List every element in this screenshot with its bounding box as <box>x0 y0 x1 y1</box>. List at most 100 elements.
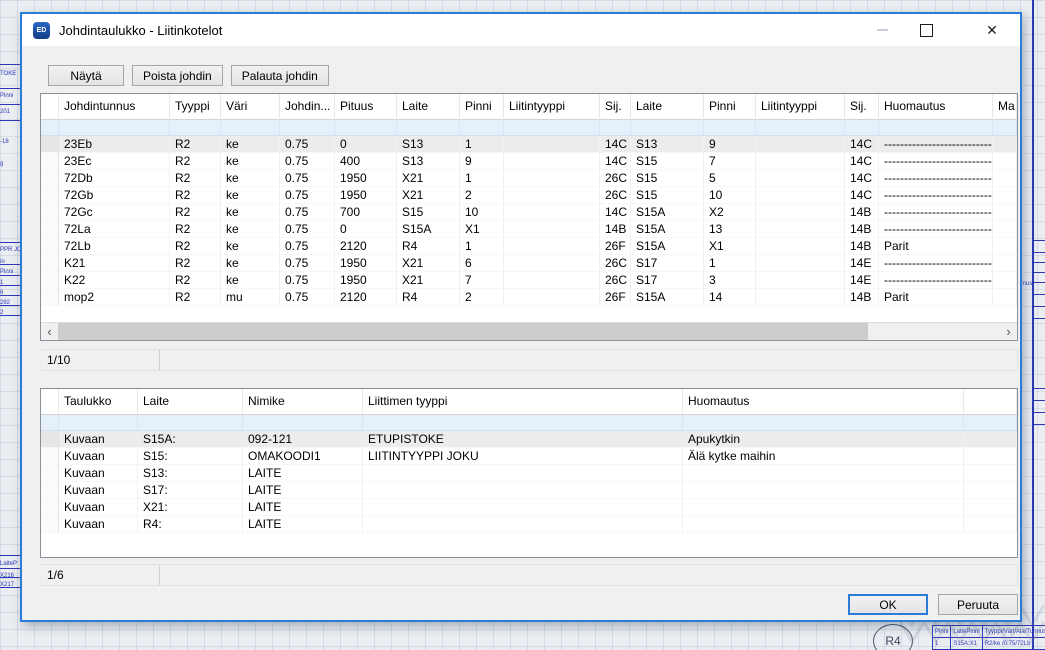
column-header[interactable] <box>964 389 1017 415</box>
column-header[interactable]: Väri <box>221 94 280 120</box>
filter-cell[interactable] <box>600 120 631 136</box>
filter-cell[interactable] <box>504 120 600 136</box>
filter-row[interactable] <box>41 120 1017 136</box>
scrollbar-track[interactable] <box>58 323 1000 340</box>
table-row[interactable]: KuvaanS17:LAITE <box>41 482 1017 499</box>
filter-cell[interactable] <box>41 120 59 136</box>
column-header[interactable]: Laite <box>138 389 243 415</box>
row-selector[interactable] <box>41 153 59 170</box>
table-row[interactable]: K21R2ke0.751950X21626CS17114E-----------… <box>41 255 1017 272</box>
row-selector[interactable] <box>41 516 59 533</box>
cell: S15 <box>631 153 704 170</box>
table-row[interactable]: K22R2ke0.751950X21726CS17314E-----------… <box>41 272 1017 289</box>
table-row[interactable]: KuvaanS15A:092-121ETUPISTOKEApukytkin <box>41 431 1017 448</box>
row-selector[interactable] <box>41 272 59 289</box>
column-header[interactable]: Tyyppi <box>170 94 221 120</box>
row-selector[interactable] <box>41 238 59 255</box>
column-header[interactable]: Laite <box>631 94 704 120</box>
column-header[interactable]: Ma <box>993 94 1017 120</box>
column-header[interactable]: Liitintyyppi <box>756 94 845 120</box>
close-button[interactable]: ✕ <box>970 14 1014 46</box>
table-row[interactable]: 72LaR2ke0.750S15AX114BS15A1314B---------… <box>41 221 1017 238</box>
filter-cell[interactable] <box>845 120 879 136</box>
row-selector[interactable] <box>41 289 59 306</box>
ok-button[interactable]: OK <box>848 594 928 615</box>
restore-wire-button[interactable]: Palauta johdin <box>231 65 329 86</box>
filter-cell[interactable] <box>41 415 59 431</box>
scrollbar-thumb[interactable] <box>58 323 868 340</box>
filter-cell[interactable] <box>138 415 243 431</box>
column-header[interactable]: Huomautus <box>879 94 993 120</box>
column-header[interactable]: Laite <box>397 94 460 120</box>
column-header[interactable]: Liitintyyppi <box>504 94 600 120</box>
row-selector[interactable] <box>41 170 59 187</box>
table-row[interactable]: 72GbR2ke0.751950X21226CS151014C---------… <box>41 187 1017 204</box>
minimize-button[interactable] <box>860 14 904 46</box>
filter-cell[interactable] <box>335 120 397 136</box>
column-header[interactable]: Taulukko <box>59 389 138 415</box>
table-row[interactable]: KuvaanS15:OMAKOODI1LIITINTYYPPI JOKUÄlä … <box>41 448 1017 465</box>
column-header[interactable]: Huomautus <box>683 389 964 415</box>
row-selector[interactable] <box>41 255 59 272</box>
cell: K22 <box>59 272 170 289</box>
table-row[interactable]: 23EcR2ke0.75400S13914CS15714C-----------… <box>41 153 1017 170</box>
table-row[interactable]: KuvaanR4:LAITE <box>41 516 1017 533</box>
filter-cell[interactable] <box>704 120 756 136</box>
cancel-button[interactable]: Peruuta <box>938 594 1018 615</box>
filter-cell[interactable] <box>243 415 363 431</box>
titlebar[interactable]: ED Johdintaulukko - Liitinkotelot ✕ <box>22 14 1020 46</box>
filter-row[interactable] <box>41 415 1017 431</box>
filter-cell[interactable] <box>280 120 335 136</box>
scroll-left-icon[interactable]: ‹ <box>41 323 58 340</box>
table-row[interactable]: KuvaanX21:LAITE <box>41 499 1017 516</box>
filter-cell[interactable] <box>170 120 221 136</box>
filter-cell[interactable] <box>631 120 704 136</box>
table-row[interactable]: mop2R2mu0.752120R4226FS15A1414BParit <box>41 289 1017 306</box>
cell: 0.75 <box>280 255 335 272</box>
delete-wire-button[interactable]: Poista johdin <box>132 65 223 86</box>
row-selector[interactable] <box>41 499 59 516</box>
table-row[interactable]: 23EbR2ke0.750S13114CS13914C-------------… <box>41 136 1017 153</box>
cell: S17 <box>631 255 704 272</box>
column-header[interactable]: Sij. <box>600 94 631 120</box>
filter-cell[interactable] <box>59 120 170 136</box>
filter-cell[interactable] <box>756 120 845 136</box>
cell: R2 <box>170 204 221 221</box>
filter-cell[interactable] <box>993 120 1017 136</box>
column-header[interactable]: Liittimen tyyppi <box>363 389 683 415</box>
table-row[interactable]: KuvaanS13:LAITE <box>41 465 1017 482</box>
maximize-button[interactable] <box>904 14 948 46</box>
table-row[interactable]: 72GcR2ke0.75700S151014CS15AX214B--------… <box>41 204 1017 221</box>
row-selector[interactable] <box>41 465 59 482</box>
table-row[interactable]: 72LbR2ke0.752120R4126FS15AX114BParit <box>41 238 1017 255</box>
filter-cell[interactable] <box>397 120 460 136</box>
row-selector[interactable] <box>41 482 59 499</box>
row-selector[interactable] <box>41 136 59 153</box>
cad-line <box>0 577 21 578</box>
scroll-right-icon[interactable]: › <box>1000 323 1017 340</box>
filter-cell[interactable] <box>460 120 504 136</box>
column-header[interactable]: Pituus <box>335 94 397 120</box>
filter-cell[interactable] <box>59 415 138 431</box>
row-selector[interactable] <box>41 187 59 204</box>
filter-cell[interactable] <box>363 415 683 431</box>
column-header[interactable]: Nimike <box>243 389 363 415</box>
column-header[interactable]: Pinni <box>460 94 504 120</box>
column-header[interactable]: Johdintunnus <box>59 94 170 120</box>
row-selector[interactable] <box>41 221 59 238</box>
column-header[interactable]: Johdin... <box>280 94 335 120</box>
row-selector[interactable] <box>41 431 59 448</box>
show-button[interactable]: Näytä <box>48 65 124 86</box>
filter-cell[interactable] <box>964 415 1017 431</box>
filter-cell[interactable] <box>683 415 964 431</box>
column-header[interactable]: Pinni <box>704 94 756 120</box>
horizontal-scrollbar[interactable]: ‹ › <box>41 322 1017 340</box>
cell: 14B <box>845 238 879 255</box>
column-header[interactable]: Sij. <box>845 94 879 120</box>
filter-cell[interactable] <box>221 120 280 136</box>
row-selector[interactable] <box>41 448 59 465</box>
table-row[interactable]: 72DbR2ke0.751950X21126CS15514C----------… <box>41 170 1017 187</box>
filter-cell[interactable] <box>879 120 993 136</box>
row-selector[interactable] <box>41 204 59 221</box>
cell: Kuvaan <box>59 516 138 533</box>
